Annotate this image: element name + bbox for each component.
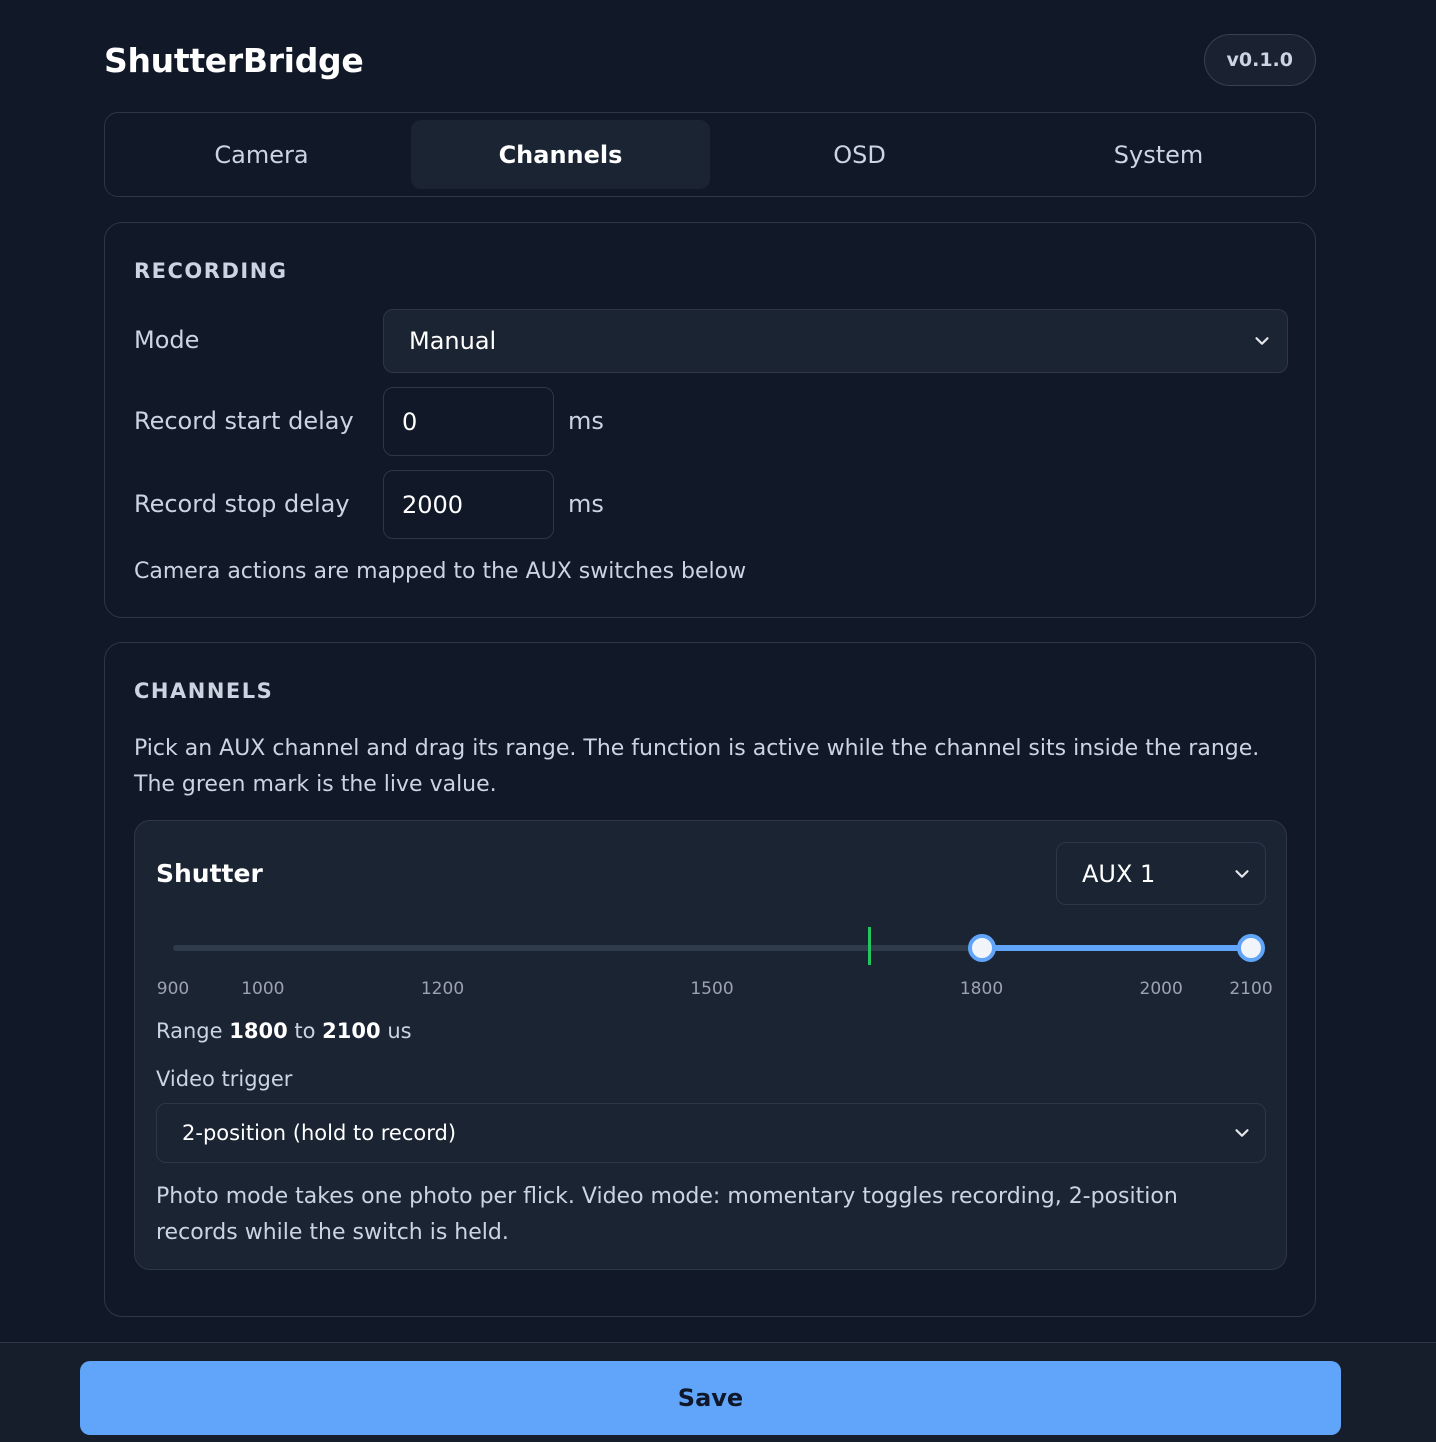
slider-tick-label: 2100 <box>1229 979 1273 999</box>
range-readout: Range 1800 to 2100 us <box>156 1019 412 1043</box>
aux-channel-value: AUX 1 <box>1082 859 1156 888</box>
tab-system[interactable]: System <box>1009 120 1308 189</box>
start-delay-input[interactable]: 0 <box>383 387 554 456</box>
range-low-value: 1800 <box>229 1019 288 1043</box>
channels-section-title: CHANNELS <box>134 679 274 703</box>
range-prefix: Range <box>156 1019 223 1043</box>
range-slider-track[interactable] <box>173 927 1265 965</box>
range-slider-fill <box>981 945 1251 951</box>
shutter-title: Shutter <box>156 859 263 888</box>
stop-delay-label: Record stop delay <box>134 490 350 518</box>
shutter-panel: Shutter AUX 1 900 1000 1200 1500 1800 2000 210… <box>134 820 1287 1270</box>
chevron-down-icon <box>1235 1129 1249 1137</box>
aux-channel-select[interactable]: AUX 1 <box>1056 842 1266 905</box>
tab-osd[interactable]: OSD <box>710 120 1009 189</box>
shutter-hint: Photo mode takes one photo per flick. Vi… <box>156 1184 1178 1245</box>
range-high-handle[interactable] <box>1237 934 1265 962</box>
header: ShutterBridge v0.1.0 <box>104 34 1316 86</box>
slider-tick-label: 2000 <box>1139 979 1183 999</box>
mode-label: Mode <box>134 326 200 354</box>
live-value-marker <box>868 927 872 965</box>
recording-hint: Camera actions are mapped to the AUX swi… <box>134 559 747 584</box>
recording-card: RECORDING Mode Manual Record start delay… <box>104 222 1316 618</box>
range-high-value: 2100 <box>322 1019 381 1043</box>
slider-tick-label: 1200 <box>420 979 465 999</box>
range-to: to <box>294 1019 316 1043</box>
stop-delay-unit: ms <box>568 490 604 518</box>
tab-bar: Camera Channels OSD System <box>104 112 1316 197</box>
chevron-down-icon <box>1255 337 1269 345</box>
tab-camera[interactable]: Camera <box>112 120 411 189</box>
save-button[interactable]: Save <box>80 1361 1341 1435</box>
start-delay-unit: ms <box>568 407 604 435</box>
video-trigger-select[interactable]: 2-position (hold to record) <box>156 1103 1266 1163</box>
slider-tick-label: 1000 <box>241 979 285 999</box>
video-trigger-value: 2-position (hold to record) <box>182 1121 457 1145</box>
video-trigger-label: Video trigger <box>156 1067 293 1091</box>
slider-tick-label: 1800 <box>959 979 1004 999</box>
stop-delay-input[interactable]: 2000 <box>383 470 554 539</box>
mode-select[interactable]: Manual <box>383 309 1288 373</box>
slider-tick-label: 900 <box>156 979 190 999</box>
recording-section-title: RECORDING <box>134 259 288 283</box>
tab-channels[interactable]: Channels <box>411 120 710 189</box>
channels-card: CHANNELS Pick an AUX channel and drag it… <box>104 642 1316 1317</box>
chevron-down-icon <box>1235 869 1249 878</box>
start-delay-label: Record start delay <box>134 407 354 435</box>
range-low-handle[interactable] <box>967 934 996 962</box>
channels-intro: Pick an AUX channel and drag its range. … <box>134 736 1260 797</box>
app-title: ShutterBridge <box>104 40 364 80</box>
slider-tick-label: 1500 <box>690 979 734 999</box>
range-unit: us <box>387 1019 412 1043</box>
mode-select-value: Manual <box>409 327 497 355</box>
app: ShutterBridge v0.1.0 Camera Channels OSD… <box>0 0 1436 1442</box>
save-bar: Save <box>0 1342 1436 1442</box>
version-badge: v0.1.0 <box>1203 34 1316 86</box>
